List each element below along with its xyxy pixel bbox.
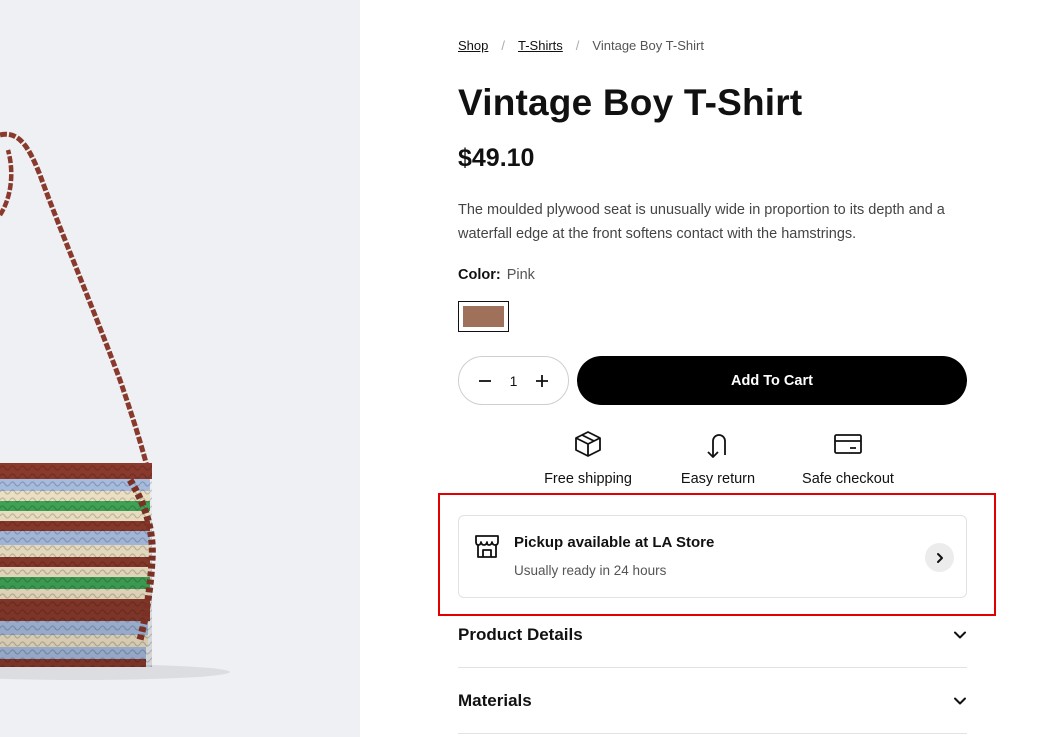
quantity-value[interactable]: 1 [510,373,518,389]
quantity-stepper: 1 [458,356,569,405]
minus-icon [479,379,491,382]
color-label: Color: [458,267,501,283]
bag-illustration [0,131,230,680]
increase-quantity-button[interactable] [530,369,554,393]
plus-icon [535,374,548,387]
product-image [0,0,360,737]
feature-label: Free shipping [544,471,632,487]
feature-easy-return: Easy return [653,428,783,487]
product-description: The moulded plywood seat is unusually wi… [458,202,945,242]
color-swatch-pink[interactable] [458,301,509,332]
feature-label: Safe checkout [802,471,894,487]
breadcrumb-link-shop[interactable]: Shop [458,38,488,53]
color-selector-label: Color: Pink [458,267,535,283]
product-price: $49.10 [458,144,535,172]
swatch-fill [463,306,504,327]
package-icon [575,431,601,457]
highlight-box [438,493,996,616]
accordion-label: Materials [458,690,532,710]
feature-label: Easy return [680,471,756,487]
decrease-quantity-button[interactable] [473,369,497,393]
color-value: Pink [506,267,535,283]
credit-card-icon [834,434,862,454]
product-title: Vintage Boy T-Shirt [458,82,803,123]
chevron-down-icon [954,631,966,638]
breadcrumb-link-tshirts[interactable]: T-Shirts [518,38,563,53]
accordion-materials[interactable]: Materials [458,668,967,734]
feature-safe-checkout: Safe checkout [783,428,913,487]
breadcrumb: Shop / T-Shirts / Vintage Boy T-Shirt [458,38,704,53]
chevron-down-icon [954,697,966,704]
feature-free-shipping: Free shipping [523,428,653,487]
accordion-label: Product Details [458,624,583,644]
add-to-cart-button[interactable]: Add To Cart [577,356,967,405]
feature-list: Free shipping Easy return Safe checkout [523,428,913,490]
breadcrumb-separator: / [575,38,580,53]
breadcrumb-separator: / [501,38,505,53]
breadcrumb-current: Vintage Boy T-Shirt [592,38,704,53]
return-arrow-icon [707,434,726,458]
